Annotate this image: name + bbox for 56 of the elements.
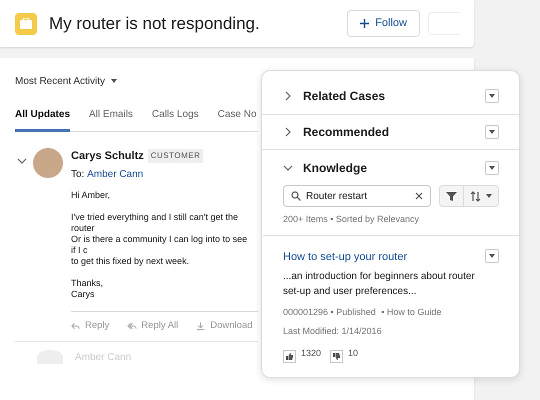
thumbs-down-button[interactable]	[330, 350, 344, 363]
message-line: Carys	[71, 288, 96, 300]
reply-arrow-icon	[71, 320, 81, 331]
search-icon	[291, 191, 301, 201]
search-field[interactable]: Router restart	[283, 185, 431, 207]
funnel-icon	[446, 190, 457, 202]
dropdown-button[interactable]	[485, 125, 499, 139]
sort-arrows-icon	[470, 190, 482, 202]
tab[interactable]: Case No	[218, 105, 257, 132]
results-summary: 200+ Items • Sorted by Relevancy	[263, 213, 519, 236]
filter-dropdown[interactable]: Most Recent Activity	[15, 76, 106, 87]
section-title: Recommended	[303, 124, 390, 141]
thumbs-up-button[interactable]	[283, 350, 296, 363]
last-modified: Last Modified: 1/14/2016	[283, 324, 383, 338]
section-title: Related Cases	[303, 88, 386, 104]
follow-button[interactable]: Follow	[347, 10, 420, 37]
to-label: To:	[71, 168, 84, 182]
like-count: 1320	[301, 347, 322, 360]
chevron-icon[interactable]	[283, 127, 293, 137]
dropdown-button[interactable]	[485, 88, 499, 102]
message-line: Hi Amber,	[71, 190, 112, 200]
case-title: My router is not responding.	[49, 12, 261, 35]
caret-icon	[489, 166, 495, 170]
caret-icon	[486, 194, 492, 198]
tab[interactable]: All Updates	[15, 105, 70, 132]
dropdown-button[interactable]	[485, 160, 499, 174]
plus-icon	[360, 19, 370, 28]
recipient-link[interactable]: Amber Cann	[87, 166, 144, 182]
article-type: • How to Guide	[381, 306, 442, 319]
case-icon	[15, 12, 37, 34]
sender-name: Carys Schultz	[71, 149, 144, 164]
caret-icon	[489, 254, 495, 258]
reply-arrow-icon	[127, 320, 138, 331]
caret-icon	[110, 79, 117, 84]
tab[interactable]: All Emails	[89, 105, 133, 132]
thumbs-up-icon	[286, 353, 293, 360]
article-snippet: ...an introduction for beginners about router set-up and user preferences...	[283, 270, 476, 299]
message-line: Thanks,	[71, 278, 104, 288]
download-icon	[196, 320, 206, 331]
message-line: I've tried everything and I still can't get the router	[71, 212, 240, 234]
avatar	[33, 148, 63, 178]
chevron-icon[interactable]	[17, 156, 27, 166]
article-link[interactable]: How to set-up your router	[283, 250, 408, 262]
caret-icon	[489, 94, 495, 98]
thumbs-down-icon	[333, 353, 340, 360]
caret-icon	[489, 130, 495, 134]
section-title: Knowledge	[303, 160, 368, 176]
clear-icon[interactable]	[415, 192, 423, 200]
chevron-icon[interactable]	[283, 90, 293, 100]
chevron-icon[interactable]	[283, 162, 293, 172]
dislike-count: 10	[348, 347, 358, 360]
customer-tag: CUSTOMER	[148, 149, 204, 164]
dropdown-button[interactable]	[485, 248, 499, 262]
tab[interactable]: Calls Logs	[152, 105, 199, 132]
article-number-status: 000001296 • Published	[283, 306, 376, 319]
message-line: to get this fixed by next week.	[71, 256, 190, 266]
